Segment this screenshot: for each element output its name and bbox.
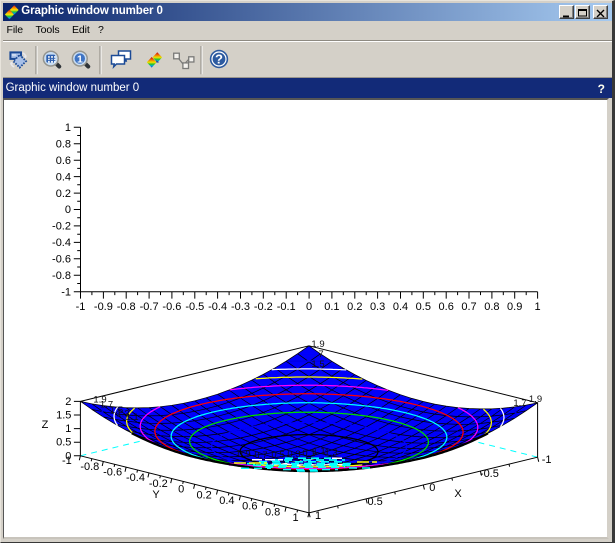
- svg-text:-1: -1: [62, 455, 72, 467]
- svg-text:-0.3: -0.3: [231, 301, 250, 313]
- svg-text:0.1: 0.1: [324, 301, 339, 313]
- svg-text:?: ?: [215, 52, 223, 67]
- svg-text:-0.6: -0.6: [162, 301, 181, 313]
- svg-text:1: 1: [292, 512, 298, 524]
- svg-text:1: 1: [315, 510, 321, 522]
- svg-text:1: 1: [65, 423, 71, 435]
- svg-text:-0.4: -0.4: [126, 472, 145, 484]
- svg-text:-0.8: -0.8: [117, 301, 136, 313]
- svg-text:0.4: 0.4: [393, 301, 408, 313]
- svg-text:1: 1: [77, 53, 83, 65]
- svg-text:-1: -1: [76, 301, 86, 313]
- svg-text:-0.1: -0.1: [277, 301, 296, 313]
- svg-text:0.7: 0.7: [254, 450, 267, 461]
- svg-text:1.5: 1.5: [311, 359, 324, 370]
- svg-text:-0.9: -0.9: [94, 301, 113, 313]
- svg-text:-0.2: -0.2: [254, 301, 273, 313]
- svg-text:0: 0: [429, 482, 435, 494]
- svg-text:0.5: 0.5: [416, 301, 431, 313]
- svg-text:-0.8: -0.8: [52, 270, 71, 282]
- svg-text:-1: -1: [542, 454, 552, 466]
- svg-text:0.3: 0.3: [370, 301, 385, 313]
- svg-text:0: 0: [306, 301, 312, 313]
- svg-text:1.7: 1.7: [513, 398, 526, 409]
- svg-text:0.5: 0.5: [367, 496, 382, 508]
- svg-text:-0.2: -0.2: [52, 221, 71, 233]
- svg-text:0.2: 0.2: [347, 301, 362, 313]
- svg-text:-0.5: -0.5: [480, 468, 499, 480]
- svg-text:X: X: [454, 488, 462, 500]
- svg-text:1.3: 1.3: [324, 448, 337, 459]
- svg-text:0.7: 0.7: [461, 301, 476, 313]
- svg-text:0.9: 0.9: [237, 449, 250, 460]
- svg-text:0.5: 0.5: [56, 437, 71, 449]
- svg-text:0.3: 0.3: [287, 449, 300, 460]
- svg-text:0.8: 0.8: [56, 138, 71, 150]
- svg-text:1: 1: [65, 122, 71, 134]
- svg-text:2: 2: [65, 396, 71, 408]
- svg-text:0.8: 0.8: [484, 301, 499, 313]
- svg-text:-0.8: -0.8: [80, 461, 99, 473]
- svg-text:0.2: 0.2: [196, 489, 211, 501]
- svg-text:0.6: 0.6: [439, 301, 454, 313]
- svg-text:0.8: 0.8: [265, 506, 280, 518]
- svg-text:-0.4: -0.4: [52, 237, 71, 249]
- svg-text:Z: Z: [42, 419, 49, 431]
- svg-text:0: 0: [178, 484, 184, 496]
- svg-text:1.5: 1.5: [56, 410, 71, 422]
- svg-text:0: 0: [65, 204, 71, 216]
- svg-text:0.4: 0.4: [56, 171, 71, 183]
- svg-text:0.6: 0.6: [56, 155, 71, 167]
- svg-text:1.1: 1.1: [125, 412, 138, 423]
- svg-text:0.2: 0.2: [56, 188, 71, 200]
- svg-text:0.6: 0.6: [242, 501, 257, 513]
- svg-text:-0.7: -0.7: [140, 301, 159, 313]
- svg-text:-0.4: -0.4: [208, 301, 227, 313]
- svg-text:-0.6: -0.6: [52, 254, 71, 266]
- svg-text:-0.5: -0.5: [185, 301, 204, 313]
- svg-text:0.5: 0.5: [271, 450, 284, 461]
- svg-text:0.9: 0.9: [507, 301, 522, 313]
- svg-text:1.9: 1.9: [529, 394, 542, 405]
- svg-text:1: 1: [535, 301, 541, 313]
- svg-text:-1: -1: [61, 286, 71, 298]
- svg-text:-0.6: -0.6: [103, 467, 122, 479]
- svg-text:Y: Y: [152, 489, 160, 501]
- svg-text:0.4: 0.4: [219, 495, 234, 507]
